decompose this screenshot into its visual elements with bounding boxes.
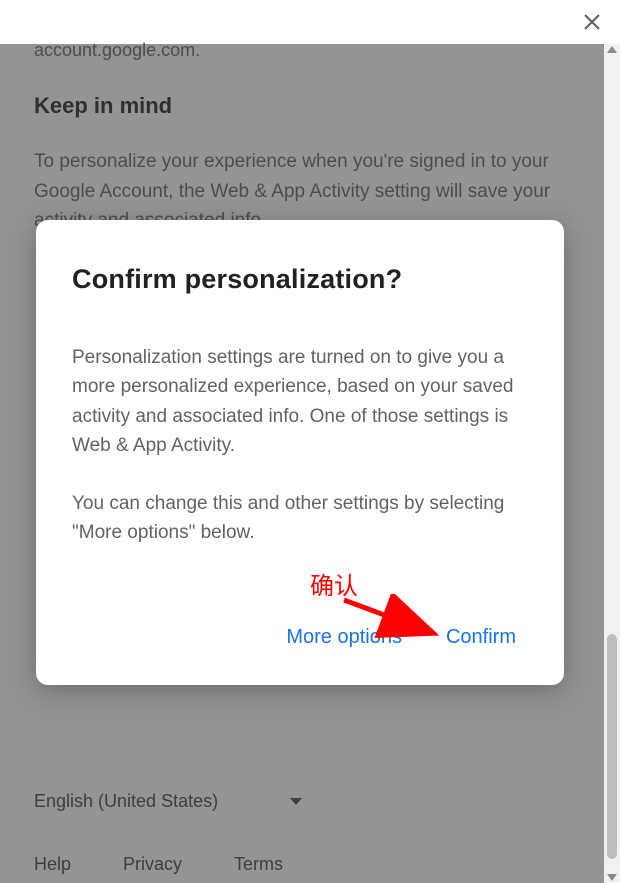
confirm-dialog: Confirm personalization? Personalization… (36, 220, 564, 685)
more-options-button[interactable]: More options (282, 620, 406, 655)
scroll-up-icon[interactable] (607, 46, 617, 53)
viewport: account.google.com. Keep in mind To pers… (0, 0, 620, 883)
dialog-paragraph-2: You can change this and other settings b… (72, 489, 528, 548)
dialog-body: Personalization settings are turned on t… (72, 343, 528, 548)
dialog-paragraph-1: Personalization settings are turned on t… (72, 343, 528, 461)
annotation-label: 确认 (310, 566, 358, 601)
scroll-thumb[interactable] (607, 634, 617, 859)
dialog-actions: More options Confirm (72, 620, 520, 655)
dialog-title: Confirm personalization? (72, 264, 528, 295)
close-icon[interactable] (578, 8, 606, 36)
scroll-down-icon[interactable] (607, 874, 617, 881)
confirm-button[interactable]: Confirm (442, 620, 520, 655)
scrollbar[interactable] (604, 44, 620, 883)
